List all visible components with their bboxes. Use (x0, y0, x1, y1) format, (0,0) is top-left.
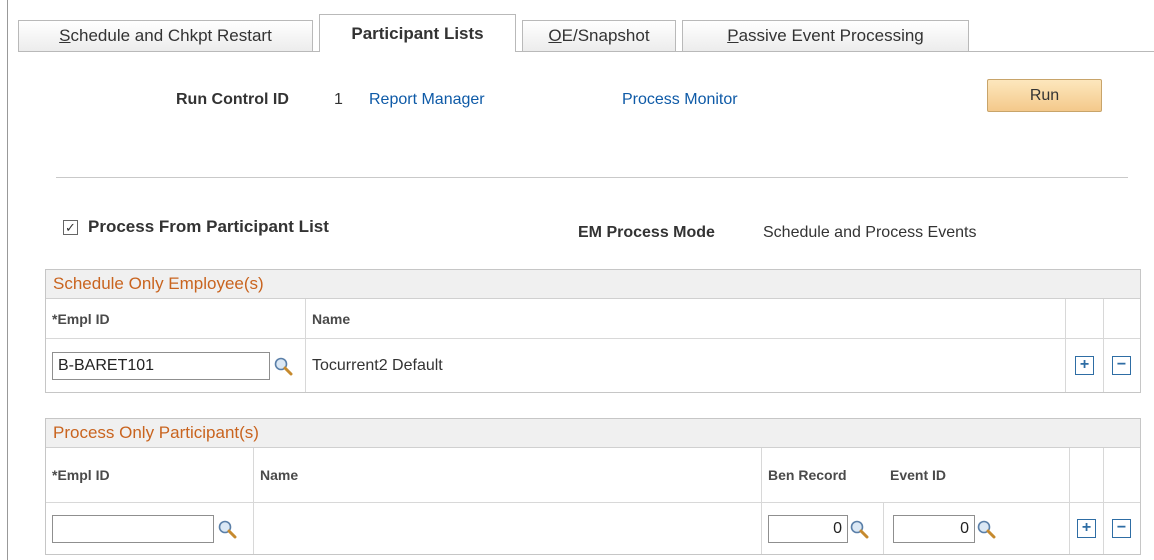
tab-access-key: S (59, 26, 71, 45)
col-header-remove (1104, 448, 1140, 502)
emplid-input[interactable] (52, 514, 214, 543)
add-cell: + (1070, 503, 1104, 554)
emplid-cell: B-BARET101 (46, 339, 306, 392)
emplid-input[interactable]: B-BARET101 (52, 351, 270, 380)
process-from-list-label: Process From Participant List (88, 217, 329, 236)
run-control-id-label: Run Control ID (176, 91, 289, 108)
col-header-name: Name (254, 448, 762, 502)
run-button[interactable]: Run (987, 79, 1102, 112)
col-header-emplid: *Empl ID (46, 448, 254, 502)
tab-access-key: P (727, 26, 739, 45)
name-cell: Tocurrent2 Default (306, 339, 1066, 392)
schedule-only-grid: Schedule Only Employee(s) *Empl ID Name … (45, 269, 1141, 393)
tab-baseline (18, 51, 1154, 52)
grid-title: Process Only Participant(s) (46, 419, 1140, 448)
run-control-id-value: 1 (334, 91, 343, 108)
remove-cell: − (1104, 503, 1140, 554)
tab-bar: Schedule and Chkpt Restart Participant L… (18, 14, 1154, 52)
col-header-remove (1104, 299, 1140, 338)
col-header-add (1066, 299, 1104, 338)
magnifier-icon[interactable] (976, 519, 996, 539)
process-monitor-link[interactable]: Process Monitor (622, 91, 738, 109)
tab-passive-event-processing[interactable]: Passive Event Processing (682, 20, 969, 51)
col-header-add (1070, 448, 1104, 502)
col-header-name: Name (306, 299, 1066, 338)
report-manager-link[interactable]: Report Manager (369, 91, 485, 109)
process-only-grid: Process Only Participant(s) *Empl ID Nam… (45, 418, 1141, 555)
tab-label: E/Snapshot (561, 26, 650, 45)
remove-row-button[interactable]: − (1112, 356, 1131, 375)
tab-label: chedule and Chkpt Restart (70, 26, 272, 45)
col-header-ben-record: Ben Record (768, 467, 847, 483)
ben-record-cell: 0 (762, 503, 884, 554)
page-left-border (7, 0, 8, 560)
remove-cell: − (1104, 339, 1140, 392)
tab-participant-lists[interactable]: Participant Lists (319, 14, 516, 52)
emplid-cell (46, 503, 254, 554)
tab-access-key: O (548, 26, 562, 45)
event-id-cell: 0 (884, 503, 1070, 554)
ben-record-input[interactable]: 0 (768, 514, 848, 543)
tab-schedule-chkpt-restart[interactable]: Schedule and Chkpt Restart (18, 20, 313, 51)
table-row: 0 0 + − (46, 503, 1140, 554)
grid-header-row: *Empl ID Name (46, 299, 1140, 339)
grid-header-row: *Empl ID Name Ben Record Event ID (46, 448, 1140, 503)
table-row: B-BARET101 Tocurrent2 Default + − (46, 339, 1140, 392)
remove-row-button[interactable]: − (1112, 519, 1131, 538)
magnifier-icon[interactable] (217, 519, 237, 539)
divider (56, 177, 1128, 178)
add-row-button[interactable]: + (1077, 519, 1096, 538)
em-process-mode-value: Schedule and Process Events (763, 224, 977, 241)
tab-oe-snapshot[interactable]: O E/Snapshot (522, 20, 676, 51)
grid-title: Schedule Only Employee(s) (46, 270, 1140, 299)
magnifier-icon[interactable] (273, 356, 293, 376)
em-process-mode-label: EM Process Mode (578, 224, 715, 241)
magnifier-icon[interactable] (849, 519, 869, 539)
col-header-event-id: Event ID (884, 448, 1070, 502)
name-cell (254, 503, 762, 554)
tab-label: Participant Lists (351, 23, 484, 43)
add-cell: + (1066, 339, 1104, 392)
col-header-emplid: *Empl ID (46, 299, 306, 338)
name-value: Tocurrent2 Default (312, 356, 443, 374)
process-from-list-checkbox[interactable]: ✓ (63, 220, 78, 235)
event-id-input[interactable]: 0 (893, 514, 975, 543)
tab-label: assive Event Processing (738, 26, 924, 45)
add-row-button[interactable]: + (1075, 356, 1094, 375)
